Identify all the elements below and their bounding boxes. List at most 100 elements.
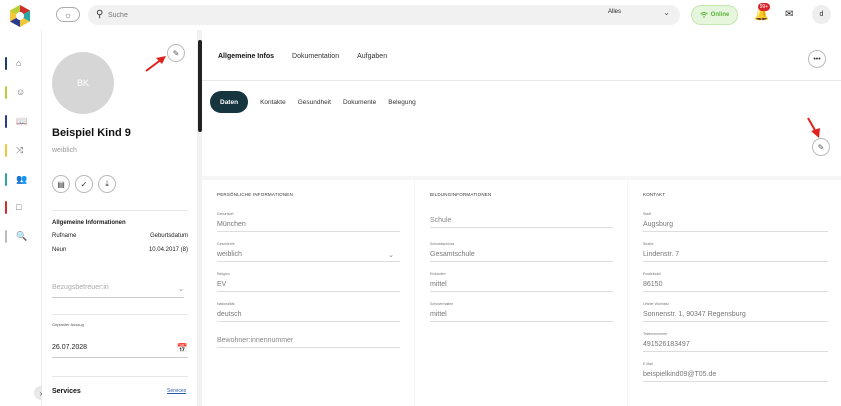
search-icon: ⚲ (96, 9, 104, 20)
data-form-grid: PERSÖNLICHE INFORMATIONEN Geburtsort Mün… (202, 176, 841, 406)
divider (52, 376, 188, 377)
chevron-down-icon: ⌄ (663, 8, 670, 17)
field-value: Lindenstr. 7 (643, 251, 828, 262)
info-label-nickname: Rufname (52, 233, 77, 239)
check-progress-button[interactable]: ✓ (75, 175, 93, 193)
calendar-icon[interactable]: 📅 (177, 343, 188, 354)
download-button[interactable]: ⤓ (98, 175, 116, 193)
online-status-badge[interactable]: Online (691, 5, 738, 25)
main-tabs: Allgemeine Infos Dokumentation Aufgaben (218, 53, 387, 60)
field-value: weiblich (217, 251, 242, 258)
field-value-wrap: weiblich ⌄ (217, 251, 400, 262)
field-label: Telefonnummer (643, 332, 668, 336)
phone-field[interactable]: Telefonnummer 491526183497 (643, 332, 828, 352)
profile-actions: ▤ ✓ ⤓ (52, 175, 116, 193)
education-info-title: BILDUNGINFORMATIONEN (430, 192, 492, 197)
user-initial: d (819, 11, 824, 18)
school-field[interactable]: Schule (430, 212, 613, 228)
field-label: Einkaufen (430, 272, 446, 276)
nav-indicator (5, 114, 7, 128)
nav-indicator (5, 143, 7, 157)
planned-moveout-date-input[interactable]: 26.07.2028 📅 (52, 343, 188, 358)
nav-indicator (5, 56, 7, 70)
field-value: beispielkind09@T05.de (643, 371, 828, 382)
tabs-divider (202, 80, 841, 81)
search-scope-select[interactable]: Alles ⌄ (608, 8, 674, 21)
field-value: deutsch (217, 311, 400, 322)
subtab-kontakte[interactable]: Kontakte (260, 99, 286, 106)
planned-moveout-label: Geplanter Auszug (52, 322, 84, 327)
left-nav: ⌂ ☺ 📖 ⤨ 👥 □ 🔍 (0, 30, 42, 406)
nav-item-children[interactable]: ☺ (5, 85, 31, 99)
caretaker-select[interactable]: Bezugsbetreuer:in ⌄ (52, 284, 184, 298)
email-field[interactable]: E-Mail beispielkind09@T05.de (643, 362, 828, 382)
field-value: Bewohner:innennummer (217, 337, 400, 348)
subtab-gesundheit[interactable]: Gesundheit (298, 99, 331, 106)
shopping-field[interactable]: Einkaufen mittel (430, 272, 613, 292)
postal-code-field[interactable]: Postleitzahl 86150 (643, 272, 828, 292)
tab-documentation[interactable]: Dokumentation (292, 53, 339, 60)
religion-field[interactable]: Religion EV (217, 272, 400, 292)
gender-select[interactable]: Geschlecht weiblich ⌄ (217, 242, 400, 262)
info-row-values: Neun 10.04.2017 (8) (52, 247, 188, 253)
user-avatar[interactable]: d (812, 5, 831, 24)
education-info-column: BILDUNGINFORMATIONEN Schule Schulabschlu… (415, 180, 627, 406)
app-root: ☼ ⚲ Alles ⌄ Online 🔔 99+ ✉ d (0, 0, 841, 406)
services-link[interactable]: Services (167, 388, 186, 394)
annotation-arrow-data-edit (807, 117, 820, 138)
resident-number-field[interactable]: Bewohner:innennummer (217, 332, 400, 348)
pdf-export-button[interactable]: ▤ (52, 175, 70, 193)
nav-item-home[interactable]: ⌂ (5, 56, 31, 70)
more-options-button[interactable]: ••• (808, 50, 826, 68)
info-row-header: Rufname Geburtsdatum (52, 233, 188, 239)
nav-item-search-documents[interactable]: 🔍 (5, 229, 31, 243)
school-degree-field[interactable]: Schulabschluss Gesamtschule (430, 242, 613, 262)
download-icon: ⤓ (105, 179, 109, 188)
check-circle-icon: ✓ (80, 179, 88, 189)
notification-count-badge: 99+ (758, 3, 770, 11)
nav-item-groups[interactable]: 👥 (5, 172, 31, 186)
mail-icon[interactable]: ✉ (785, 9, 793, 20)
sun-icon: ☼ (63, 9, 73, 20)
field-value: mittel (430, 281, 613, 292)
contact-title: KONTAKT (643, 192, 666, 197)
field-value: Augsburg (643, 221, 828, 232)
sub-tabs: Daten Kontakte Gesundheit Dokumente Bele… (210, 91, 416, 113)
field-value: Schule (430, 217, 613, 228)
field-label: Schulabschluss (430, 242, 455, 246)
tab-tasks[interactable]: Aufgaben (357, 53, 387, 60)
book-icon: 📖 (16, 115, 28, 126)
city-field[interactable]: Stadt Augsburg (643, 212, 828, 232)
field-label: Schulverhalten (430, 302, 454, 306)
nationality-field[interactable]: Nationalität deutsch (217, 302, 400, 322)
profile-initials: BK (76, 78, 89, 88)
field-label: Geburtsort (217, 212, 234, 216)
street-field[interactable]: Straße Lindenstr. 7 (643, 242, 828, 262)
field-value: 491526183497 (643, 341, 828, 352)
smiley-icon: ☺ (16, 87, 26, 97)
tab-general-info[interactable]: Allgemeine Infos (218, 53, 274, 60)
divider (52, 314, 188, 315)
general-info-title: Allgemeine Informationen (52, 220, 126, 226)
app-logo[interactable] (8, 4, 32, 28)
info-value-nickname: Neun (52, 247, 67, 253)
nav-indicator (5, 200, 7, 214)
field-label: Stadt (643, 212, 652, 216)
field-label: Postleitzahl (643, 272, 661, 276)
theme-toggle[interactable]: ☼ (56, 7, 80, 22)
annotation-arrow-profile-edit (145, 56, 166, 72)
subtab-dokumente[interactable]: Dokumente (343, 99, 376, 106)
subtab-daten[interactable]: Daten (210, 91, 249, 113)
last-residence-field[interactable]: Letzter Wohnsitz Sonnenstr. 1, 90347 Reg… (643, 302, 828, 322)
field-value: mittel (430, 311, 613, 322)
birthplace-field[interactable]: Geburtsort München (217, 212, 400, 232)
document-icon: ▤ (57, 179, 65, 189)
nav-item-planning[interactable]: ⤨ (5, 143, 31, 157)
nav-indicator (5, 172, 7, 186)
top-bar: ☼ ⚲ Alles ⌄ Online 🔔 99+ ✉ d (0, 0, 841, 30)
subtab-belegung[interactable]: Belegung (388, 99, 415, 106)
nav-item-facilities[interactable]: □ (5, 200, 31, 214)
school-behavior-field[interactable]: Schulverhalten mittel (430, 302, 613, 322)
nav-item-documentation[interactable]: 📖 (5, 114, 31, 128)
search-input[interactable] (108, 7, 588, 23)
